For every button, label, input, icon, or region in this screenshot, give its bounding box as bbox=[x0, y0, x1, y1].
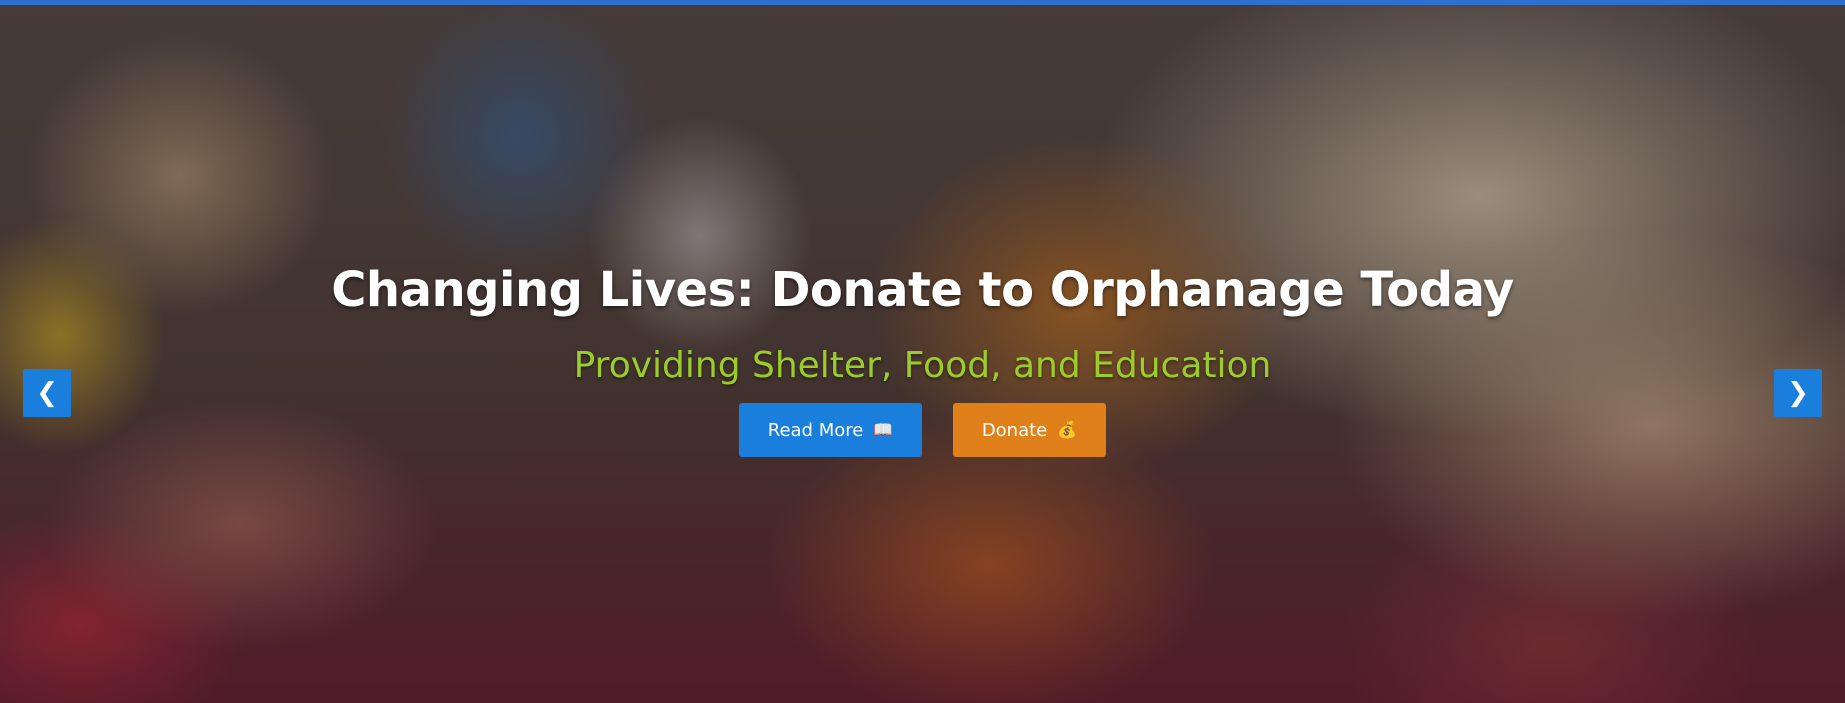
read-more-label: Read More bbox=[767, 419, 864, 441]
hero-carousel: Changing Lives: Donate to Orphanage Toda… bbox=[0, 5, 1845, 703]
chevron-right-icon: ❯ bbox=[1787, 378, 1809, 408]
donate-button[interactable]: Donate 💰 bbox=[953, 403, 1106, 457]
carousel-next-button[interactable]: ❯ bbox=[1774, 369, 1822, 417]
read-more-button[interactable]: Read More 📖 bbox=[739, 403, 922, 457]
hero-title: Changing Lives: Donate to Orphanage Toda… bbox=[331, 262, 1514, 318]
chevron-left-icon: ❮ bbox=[36, 378, 58, 408]
book-icon: 📖 bbox=[873, 420, 894, 439]
carousel-prev-button[interactable]: ❮ bbox=[23, 369, 71, 417]
money-bag-icon: 💰 bbox=[1057, 420, 1078, 439]
top-accent-bar bbox=[0, 0, 1845, 5]
donate-label: Donate bbox=[981, 419, 1048, 441]
hero-subtitle: Providing Shelter, Food, and Education bbox=[573, 345, 1272, 386]
